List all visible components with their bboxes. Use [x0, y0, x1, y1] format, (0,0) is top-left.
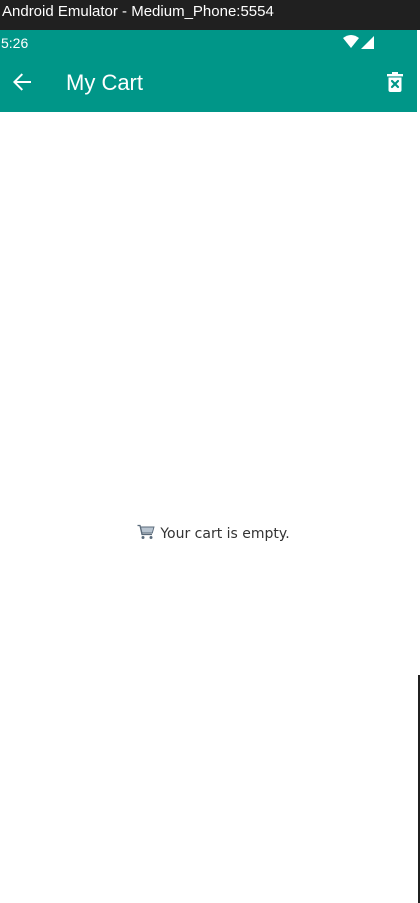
clear-cart-button[interactable] — [375, 64, 415, 104]
app-bar: My Cart — [0, 56, 417, 112]
emulator-window-title: Android Emulator - Medium_Phone:5554 — [0, 0, 420, 30]
status-bar: 5:26 — [0, 30, 417, 56]
status-icons — [343, 34, 374, 53]
empty-cart-message: Your cart is empty. — [0, 524, 417, 544]
cart-content: Your cart is empty. — [0, 112, 417, 903]
arrow-back-icon — [12, 72, 32, 96]
back-button[interactable] — [2, 64, 42, 104]
page-title: My Cart — [66, 70, 143, 95]
delete-cart-icon — [387, 72, 403, 96]
empty-cart-text: Your cart is empty. — [160, 526, 290, 542]
shopping-cart-icon — [137, 524, 155, 540]
cell-signal-icon — [361, 34, 374, 53]
wifi-icon — [343, 34, 359, 53]
phone-screen: 5:26 My Cart Your cart is empty. — [0, 30, 417, 903]
status-time: 5:26 — [1, 35, 29, 51]
